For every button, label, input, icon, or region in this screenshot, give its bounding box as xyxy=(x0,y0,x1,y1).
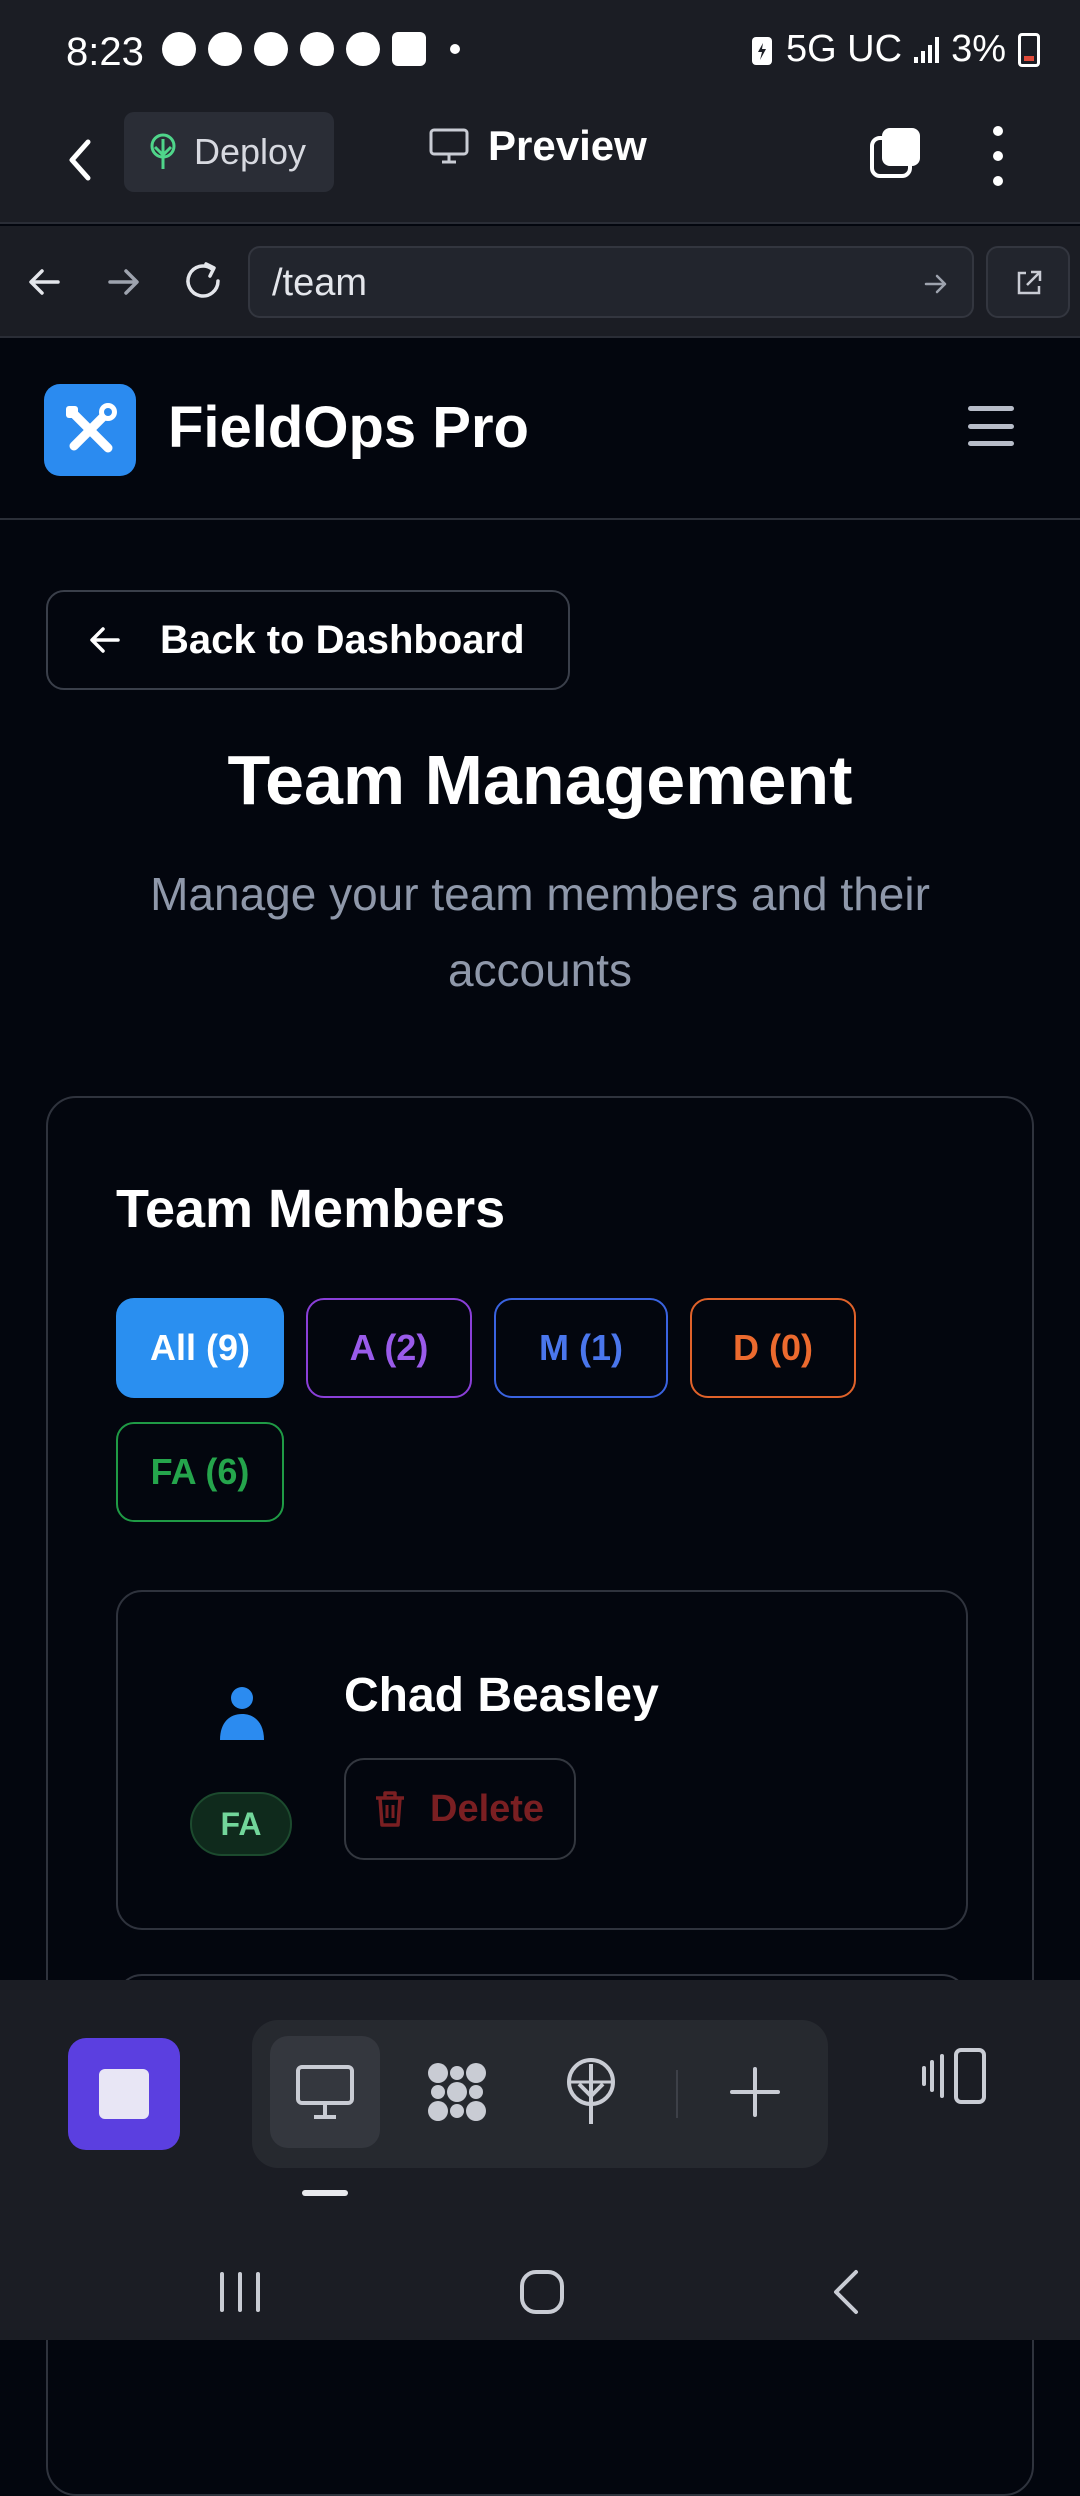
site-header: FieldOps Pro xyxy=(0,340,1080,520)
external-link-icon xyxy=(1017,270,1042,295)
status-bar: 8:23 5G UC 3% xyxy=(0,0,1080,100)
filter-all-button[interactable]: All (9) xyxy=(116,1298,284,1398)
arrow-left-icon[interactable] xyxy=(24,262,64,302)
delete-member-button[interactable]: Delete xyxy=(344,1758,576,1860)
active-tool-indicator xyxy=(302,2190,348,2196)
arrow-right-small-icon[interactable] xyxy=(922,270,950,298)
bottom-tool-panel xyxy=(0,1980,1080,2230)
hamburger-menu-icon[interactable] xyxy=(968,406,1014,446)
filter-dispatcher-button[interactable]: D (0) xyxy=(690,1298,856,1398)
brand-name: FieldOps Pro xyxy=(168,395,529,460)
system-nav-bar xyxy=(0,2230,1080,2340)
battery-percent: 3% xyxy=(951,28,1006,70)
role-badge: FA xyxy=(190,1792,292,1856)
deploy-label: Deploy xyxy=(194,131,307,172)
notification-icons xyxy=(162,32,460,66)
filter-field-agent-button[interactable]: FA (6) xyxy=(116,1422,284,1522)
team-members-title: Team Members xyxy=(116,1179,506,1239)
preview-tab[interactable]: Preview xyxy=(428,122,647,170)
plus-icon xyxy=(730,2067,780,2117)
more-vertical-icon[interactable] xyxy=(978,126,1018,186)
preview-tool-button[interactable] xyxy=(270,2036,380,2148)
monitor-icon xyxy=(429,128,469,164)
monitor-icon xyxy=(296,2065,354,2119)
filter-manager-button[interactable]: M (1) xyxy=(494,1298,668,1398)
status-right: 5G UC 3% xyxy=(750,28,1040,71)
page-title: Team Management xyxy=(227,741,853,819)
chevron-left-icon[interactable] xyxy=(58,130,102,190)
network-type: 5G UC xyxy=(785,28,903,70)
tool-group xyxy=(252,2020,828,2168)
arrow-right-icon[interactable] xyxy=(104,262,144,302)
messenger-notification-icon xyxy=(346,32,380,66)
workflow-tool-button[interactable] xyxy=(402,2036,512,2148)
preview-label: Preview xyxy=(488,122,647,169)
wallet-notification-icon xyxy=(392,32,426,66)
chat-notification-icon xyxy=(162,32,196,66)
recents-icon[interactable] xyxy=(216,2270,264,2314)
battery-saver-icon xyxy=(751,36,772,65)
nodes-icon xyxy=(428,2063,486,2121)
home-icon[interactable] xyxy=(518,2268,566,2316)
stop-icon xyxy=(99,2069,149,2119)
battery-icon xyxy=(1018,32,1040,67)
add-tool-button[interactable] xyxy=(700,2036,810,2148)
copy-icon[interactable] xyxy=(868,124,924,180)
page-subtitle: Manage your team members and their accou… xyxy=(150,868,930,996)
more-notifications-icon xyxy=(450,44,460,54)
signal-icon xyxy=(914,36,940,63)
messenger-notification-icon xyxy=(254,32,288,66)
sprout-icon xyxy=(567,2058,615,2124)
filter-admin-button[interactable]: A (2) xyxy=(306,1298,472,1398)
logo[interactable] xyxy=(44,384,136,476)
back-icon[interactable] xyxy=(828,2266,864,2318)
reload-icon[interactable] xyxy=(180,258,226,304)
app-toolbar: Deploy Preview xyxy=(0,100,1080,224)
browser-nav-bar: /team xyxy=(0,226,1080,338)
arrow-left-icon xyxy=(90,627,120,653)
deploy-tool-button[interactable] xyxy=(536,2036,646,2148)
layout-toggle-icon[interactable] xyxy=(920,2046,990,2106)
open-external-button[interactable] xyxy=(986,246,1070,318)
stop-button[interactable] xyxy=(68,2038,180,2150)
person-icon xyxy=(220,1687,264,1740)
member-card: FA Chad Beasley Delete xyxy=(116,1590,968,1930)
back-to-dashboard-button[interactable]: Back to Dashboard xyxy=(46,590,570,690)
tool-separator xyxy=(676,2070,678,2118)
url-text: /team xyxy=(272,262,368,304)
url-input[interactable]: /team xyxy=(248,246,974,318)
messenger-notification-icon xyxy=(300,32,334,66)
member-name: Chad Beasley xyxy=(344,1669,659,1722)
back-label: Back to Dashboard xyxy=(160,617,525,662)
tools-icon xyxy=(66,403,117,453)
status-time: 8:23 xyxy=(66,30,144,74)
messenger-notification-icon xyxy=(208,32,242,66)
trash-icon xyxy=(376,1791,404,1827)
delete-label: Delete xyxy=(430,1787,545,1830)
sprout-icon xyxy=(150,133,176,169)
deploy-button[interactable]: Deploy xyxy=(124,112,334,192)
